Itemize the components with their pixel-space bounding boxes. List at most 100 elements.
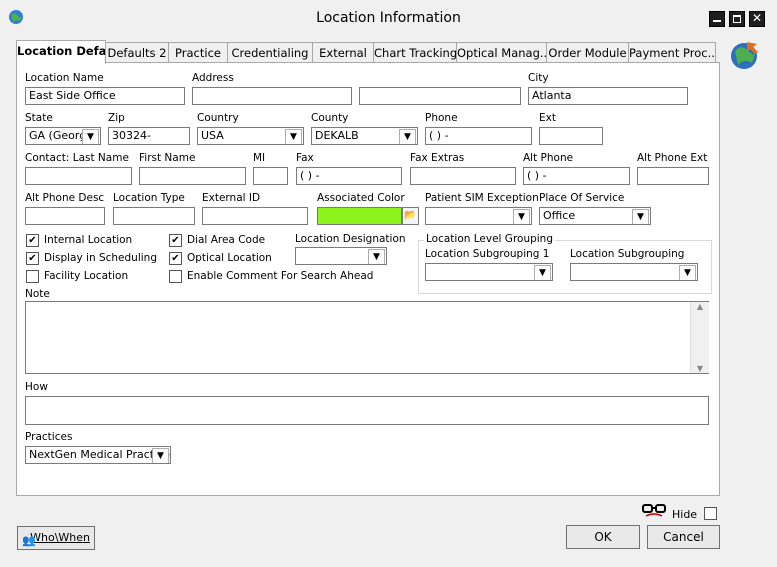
hide-checkbox[interactable] — [704, 507, 717, 520]
chevron-down-icon[interactable]: ▼ — [285, 129, 302, 144]
address-label: Address — [192, 72, 234, 84]
location-designation-label: Location Designation — [295, 233, 406, 245]
ext-label: Ext — [539, 112, 556, 124]
place-of-service-value: Office — [543, 209, 576, 222]
county-select[interactable]: DEKALB ▼ — [311, 127, 418, 145]
state-label: State — [25, 112, 53, 124]
optical-location-label: Optical Location — [187, 252, 272, 264]
fax-extras-label: Fax Extras — [410, 152, 465, 164]
enable-comment-checkbox[interactable] — [169, 270, 182, 283]
county-label: County — [311, 112, 349, 124]
chevron-down-icon[interactable]: ▼ — [679, 265, 696, 280]
first-name-input[interactable] — [139, 167, 246, 185]
address-line2-input[interactable] — [359, 87, 521, 105]
state-value: GA (Georg — [29, 129, 87, 142]
practices-value: NextGen Medical Practice — [29, 448, 170, 461]
location-subgrouping-1-select[interactable]: ▼ — [425, 263, 553, 281]
who-when-button[interactable]: 👥 Who\When — [17, 526, 95, 550]
alt-phone-ext-label: Alt Phone Ext — [637, 152, 708, 164]
chevron-down-icon[interactable]: ▼ — [632, 209, 649, 224]
scroll-down-icon[interactable]: ▼ — [691, 364, 709, 373]
cancel-button[interactable]: Cancel — [647, 525, 720, 549]
chevron-down-icon[interactable]: ▼ — [82, 129, 99, 144]
address-line1-input[interactable] — [192, 87, 352, 105]
tab-order-module[interactable]: Order Module — [546, 42, 629, 63]
minimize-button[interactable] — [709, 11, 725, 27]
location-information-window: Location Information ✕ Location Defa... … — [0, 0, 777, 567]
city-label: City — [528, 72, 549, 84]
location-subgrouping-select[interactable]: ▼ — [570, 263, 698, 281]
zip-label: Zip — [108, 112, 125, 124]
city-input[interactable]: Atlanta — [528, 87, 688, 105]
chevron-down-icon[interactable]: ▼ — [534, 265, 551, 280]
facility-location-label: Facility Location — [44, 270, 129, 282]
globe-arrow-icon[interactable] — [727, 38, 761, 72]
country-value: USA — [201, 129, 224, 142]
tab-location-defaults[interactable]: Location Defa... — [16, 40, 106, 64]
optical-location-checkbox[interactable]: ✔ — [169, 252, 182, 265]
note-scrollbar[interactable]: ▲ ▼ — [690, 302, 709, 373]
scroll-up-icon[interactable]: ▲ — [691, 302, 709, 311]
tab-external[interactable]: External — [312, 42, 374, 63]
location-level-grouping-label: Location Level Grouping — [424, 233, 556, 245]
practices-select[interactable]: NextGen Medical Practice ▼ — [25, 446, 171, 464]
close-button[interactable]: ✕ — [749, 11, 765, 27]
state-select[interactable]: GA (Georg ▼ — [25, 127, 101, 145]
chevron-down-icon[interactable]: ▼ — [152, 448, 169, 463]
how-label: How — [25, 381, 48, 393]
alt-phone-label: Alt Phone — [523, 152, 574, 164]
hide-glasses-icon — [642, 504, 666, 517]
location-type-input[interactable] — [113, 207, 195, 225]
note-textarea[interactable] — [25, 301, 709, 374]
fax-extras-input[interactable] — [410, 167, 516, 185]
location-type-label: Location Type — [113, 192, 185, 204]
patient-sim-exception-select[interactable]: ▼ — [425, 207, 532, 225]
associated-color-swatch — [317, 207, 402, 225]
location-designation-select[interactable]: ▼ — [295, 247, 387, 265]
ext-input[interactable] — [539, 127, 603, 145]
chevron-down-icon[interactable]: ▼ — [399, 129, 416, 144]
place-of-service-label: Place Of Service — [539, 192, 625, 204]
facility-location-checkbox[interactable] — [26, 270, 39, 283]
alt-phone-desc-label: Alt Phone Desc — [25, 192, 105, 204]
tab-practice[interactable]: Practice — [168, 42, 228, 63]
zip-input[interactable]: 30324- — [108, 127, 190, 145]
patient-sim-exception-label: Patient SIM Exception — [425, 192, 539, 204]
chevron-down-icon[interactable]: ▼ — [513, 209, 530, 224]
tab-defaults-2[interactable]: Defaults 2 — [105, 42, 169, 63]
tab-chart-tracking[interactable]: Chart Tracking — [373, 42, 457, 63]
place-of-service-select[interactable]: Office ▼ — [539, 207, 651, 225]
chevron-down-icon[interactable]: ▼ — [368, 249, 385, 264]
alt-phone-desc-input[interactable] — [25, 207, 105, 225]
who-when-label: Who\When — [30, 531, 90, 544]
associated-color-label: Associated Color — [317, 192, 405, 204]
fax-input[interactable]: ( ) - — [296, 167, 402, 185]
ok-button[interactable]: OK — [566, 525, 640, 549]
tab-optical-management[interactable]: Optical Manag... — [456, 42, 547, 63]
external-id-label: External ID — [202, 192, 261, 204]
contact-last-name-label: Contact: Last Name — [25, 152, 129, 164]
external-id-input[interactable] — [202, 207, 308, 225]
alt-phone-input[interactable]: ( ) - — [523, 167, 630, 185]
how-input[interactable] — [25, 396, 709, 425]
mi-input[interactable] — [253, 167, 288, 185]
practices-label: Practices — [25, 431, 73, 443]
county-value: DEKALB — [315, 129, 359, 142]
display-in-scheduling-checkbox[interactable]: ✔ — [26, 252, 39, 265]
folder-open-icon[interactable]: 📂 — [402, 207, 419, 225]
note-label: Note — [25, 288, 50, 300]
internal-location-label: Internal Location — [44, 234, 133, 246]
internal-location-checkbox[interactable]: ✔ — [26, 234, 39, 247]
phone-input[interactable]: ( ) - — [425, 127, 532, 145]
dial-area-code-checkbox[interactable]: ✔ — [169, 234, 182, 247]
maximize-button[interactable] — [729, 11, 745, 27]
contact-last-name-input[interactable] — [25, 167, 132, 185]
dial-area-code-label: Dial Area Code — [187, 234, 266, 246]
country-select[interactable]: USA ▼ — [197, 127, 304, 145]
location-name-input[interactable]: East Side Office — [25, 87, 185, 105]
tab-credentialing[interactable]: Credentialing — [227, 42, 313, 63]
phone-label: Phone — [425, 112, 458, 124]
alt-phone-ext-input[interactable] — [637, 167, 709, 185]
mi-label: MI — [253, 152, 266, 164]
tab-payment-processing[interactable]: Payment Proc... — [628, 42, 716, 63]
